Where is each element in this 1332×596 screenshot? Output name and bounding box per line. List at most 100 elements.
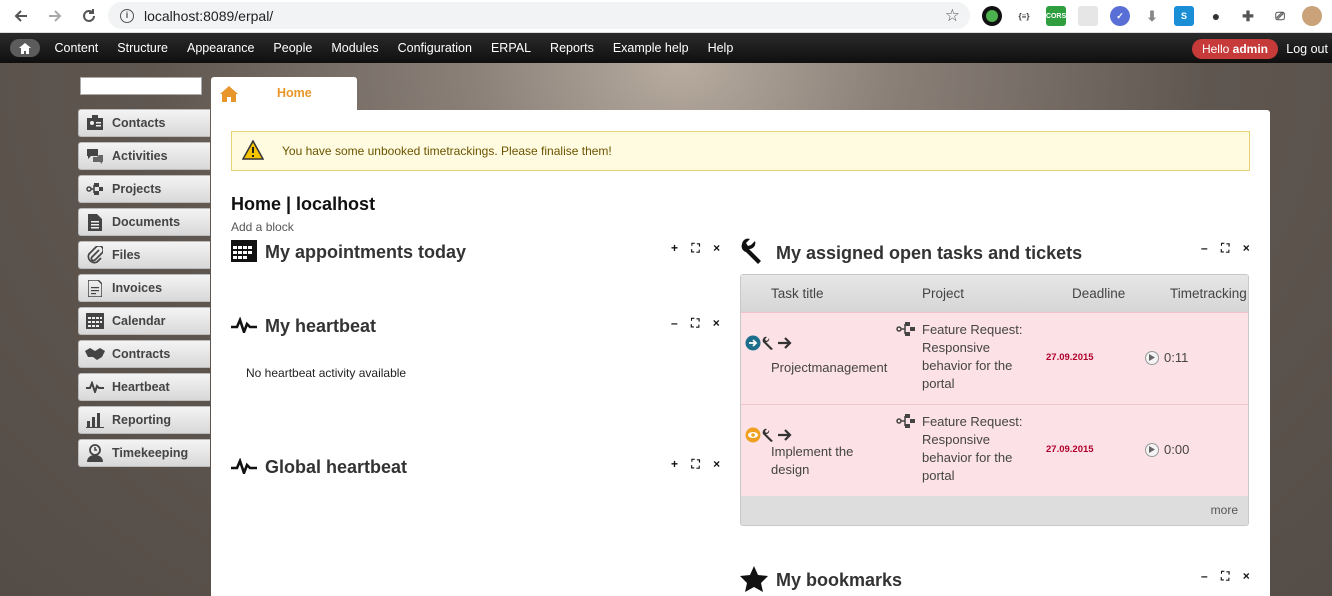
sidebar-item-contracts[interactable]: Contracts: [78, 340, 210, 368]
sidebar-item-label: Invoices: [112, 281, 163, 295]
extensions-puzzle-icon[interactable]: ✚: [1238, 6, 1258, 26]
sidebar-item-invoices[interactable]: Invoices: [78, 274, 210, 302]
bookmark-star-icon[interactable]: ☆: [945, 6, 960, 26]
timekeeping-icon: [85, 444, 105, 462]
status-in-progress-icon: [745, 335, 761, 354]
task-deadline: 27.09.2015: [1046, 352, 1094, 363]
toolbar-item-modules[interactable]: Modules: [322, 41, 388, 55]
extension-icon-1[interactable]: [982, 6, 1002, 26]
bookmarks-block-title: My bookmarks: [776, 570, 903, 590]
task-title-link[interactable]: Projectmanagement: [771, 359, 887, 377]
sidebar-item-contacts[interactable]: Contacts: [78, 109, 210, 137]
projects-icon: [896, 321, 916, 340]
task-time-value: 0:11: [1164, 350, 1189, 365]
sidebar-item-heartbeat[interactable]: Heartbeat: [78, 373, 210, 401]
reload-icon[interactable]: [78, 5, 100, 27]
warning-text: You have some unbooked timetrackings. Pl…: [282, 144, 612, 158]
toolbar-item-reports[interactable]: Reports: [541, 41, 604, 55]
toolbar-item-appearance[interactable]: Appearance: [178, 41, 264, 55]
task-title-link[interactable]: Implement the design: [771, 443, 871, 479]
address-bar[interactable]: i localhost:8089/erpal/ ☆: [108, 2, 970, 29]
play-timer-icon[interactable]: [1145, 350, 1159, 365]
task-icons: [745, 335, 792, 354]
no-heartbeat-text: No heartbeat activity available: [246, 366, 407, 380]
sidebar-item-label: Projects: [112, 182, 162, 196]
toolbar-item-erpal[interactable]: ERPAL: [481, 41, 540, 55]
task-project-link[interactable]: Feature Request: Responsive behavior for…: [922, 413, 1032, 485]
sidebar-item-documents[interactable]: Documents: [78, 208, 210, 236]
sidebar-item-label: Activities: [112, 149, 168, 163]
tasks-block-title: My assigned open tasks and tickets: [776, 243, 1083, 263]
column-project[interactable]: Project: [922, 286, 964, 301]
task-time-value: 0:00: [1164, 442, 1190, 457]
sidebar-item-files[interactable]: Files: [78, 241, 210, 269]
extension-icon-3[interactable]: CORS: [1046, 6, 1066, 26]
site-info-icon[interactable]: i: [120, 8, 134, 23]
task-project-link[interactable]: Feature Request: Responsive behavior for…: [922, 321, 1032, 393]
wrench-icon: [762, 336, 776, 353]
sidebar-item-label: Reporting: [112, 413, 172, 427]
extension-icon-6[interactable]: S: [1174, 6, 1194, 26]
sidebar-item-label: Heartbeat: [112, 380, 170, 394]
extension-icon-7[interactable]: ●: [1206, 6, 1226, 26]
toolbar-item-structure[interactable]: Structure: [108, 41, 178, 55]
more-link[interactable]: more: [1211, 503, 1238, 517]
tasks-block-controls[interactable]: – ⛶ ×: [1201, 241, 1255, 256]
add-block-link[interactable]: Add a block: [231, 220, 294, 234]
heartbeat-icon: [85, 378, 105, 396]
browser-chrome: i localhost:8089/erpal/ ☆ {≡} CORS ✓ ⬇ S…: [0, 0, 1332, 33]
extension-icon-5[interactable]: ✓: [1110, 6, 1130, 26]
global-heartbeat-block-controls[interactable]: + ⛶ ×: [671, 457, 725, 472]
task-deadline: 27.09.2015: [1046, 444, 1094, 455]
sidebar-item-label: Documents: [112, 215, 181, 229]
my-heartbeat-block-header: My heartbeat: [231, 316, 376, 337]
column-timetracking[interactable]: Timetracking: [1170, 286, 1247, 301]
sidebar-item-label: Timekeeping: [112, 446, 189, 460]
tasks-table-header: Task title Project Deadline Timetracking: [741, 275, 1248, 312]
extension-icon-2[interactable]: {≡}: [1014, 6, 1034, 26]
toolbar-item-people[interactable]: People: [264, 41, 322, 55]
profile-avatar-icon[interactable]: [1302, 6, 1322, 26]
sidebar-item-activities[interactable]: Activities: [78, 142, 210, 170]
play-timer-icon[interactable]: [1145, 442, 1159, 457]
projects-icon: [85, 180, 105, 198]
toolbar-item-help[interactable]: Help: [698, 41, 743, 55]
global-heartbeat-block-title: Global heartbeat: [265, 457, 408, 477]
appointments-block-header: My appointments today: [231, 240, 466, 265]
cast-icon[interactable]: ⎚: [1270, 6, 1290, 26]
back-icon[interactable]: [10, 5, 32, 27]
hello-user-badge[interactable]: Hello admin: [1191, 39, 1278, 59]
home-tab-icon: [220, 85, 238, 106]
column-deadline[interactable]: Deadline: [1072, 286, 1125, 301]
toolbar-item-configuration[interactable]: Configuration: [388, 41, 481, 55]
wrench-icon: [740, 238, 768, 269]
task-timetracking: 0:11: [1145, 350, 1188, 365]
heartbeat-icon: [231, 316, 257, 336]
forward-icon[interactable]: [44, 5, 66, 27]
tab-home[interactable]: Home: [211, 77, 357, 110]
extension-icon-4[interactable]: [1078, 6, 1098, 26]
table-row: Implement the design Feature Request: Re…: [741, 404, 1248, 496]
column-task-title[interactable]: Task title: [771, 286, 824, 301]
invoices-icon: [85, 279, 105, 297]
sidebar-item-reporting[interactable]: Reporting: [78, 406, 210, 434]
sidebar-item-timekeeping[interactable]: Timekeeping: [78, 439, 210, 467]
search-input[interactable]: [80, 77, 202, 95]
sidebar-item-calendar[interactable]: Calendar: [78, 307, 210, 335]
sidebar-item-label: Contracts: [112, 347, 171, 361]
projects-icon: [896, 413, 916, 432]
admin-toolbar: Content Structure Appearance People Modu…: [0, 33, 1332, 63]
calendar-icon: [85, 312, 105, 330]
my-heartbeat-block-controls[interactable]: – ⛶ ×: [671, 316, 725, 331]
download-icon[interactable]: ⬇: [1142, 6, 1162, 26]
toolbar-item-content[interactable]: Content: [45, 41, 108, 55]
bookmarks-block-controls[interactable]: – ⛶ ×: [1201, 569, 1255, 584]
bookmarks-block-header: My bookmarks: [740, 566, 902, 595]
appointments-block-controls[interactable]: + ⛶ ×: [671, 241, 725, 256]
home-icon[interactable]: [10, 39, 40, 57]
logout-link[interactable]: Log out: [1286, 42, 1328, 56]
appointments-block-title: My appointments today: [265, 242, 467, 262]
sidebar-item-projects[interactable]: Projects: [78, 175, 210, 203]
sidebar-item-label: Files: [112, 248, 141, 262]
toolbar-item-example-help[interactable]: Example help: [603, 41, 698, 55]
